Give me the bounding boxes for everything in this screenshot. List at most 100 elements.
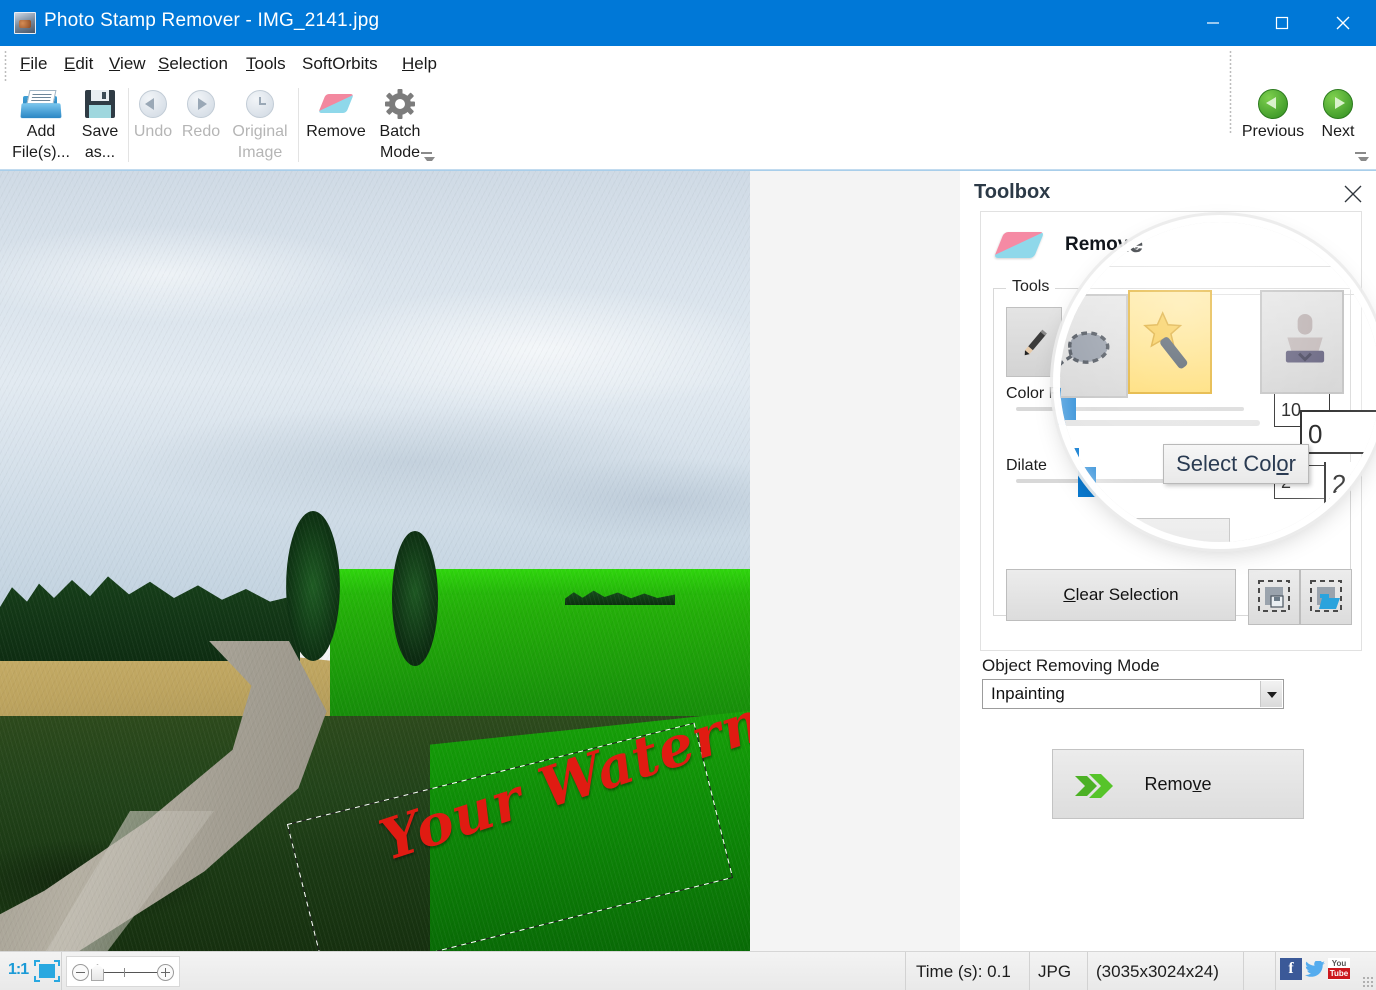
- maximize-button[interactable]: [1259, 0, 1305, 46]
- original-image-label-line1: Original: [232, 123, 288, 140]
- tools-group-label: Tools: [1006, 278, 1056, 296]
- color-fuzz-thumb[interactable]: [1058, 395, 1076, 425]
- zoom-out-icon[interactable]: [72, 964, 89, 981]
- original-image-button[interactable]: Original Image: [226, 84, 294, 162]
- remove-action-button[interactable]: Remove: [1052, 749, 1304, 819]
- gear-icon: [383, 88, 417, 120]
- save-selection-icon: [1258, 580, 1290, 612]
- previous-button[interactable]: Previous: [1238, 84, 1308, 141]
- facebook-icon[interactable]: f: [1280, 958, 1302, 980]
- format-label: JPG: [1038, 962, 1072, 981]
- eraser-icon: [993, 226, 1045, 264]
- clock-history-icon: [243, 88, 277, 120]
- title-bar: Photo Stamp Remover - IMG_2141.jpg: [0, 0, 1376, 46]
- add-files-label-line2: File(s)...: [12, 144, 70, 161]
- menu-softorbits[interactable]: SoftOrbits: [296, 52, 384, 76]
- dilate-thumb[interactable]: [1078, 467, 1096, 497]
- time-cell: Time (s): 0.1: [906, 952, 1030, 990]
- zoom-slider-tick: [124, 968, 125, 977]
- save-as-label-line1: Save: [81, 123, 119, 140]
- workspace: Your Watermark: [0, 171, 960, 951]
- select-color-tooltip-label: Select Color: [1176, 451, 1296, 476]
- color-fuzz-track[interactable]: [1016, 407, 1244, 411]
- original-image-label-line2: Image: [237, 144, 283, 161]
- time-label: Time (s): 0.1: [916, 962, 1011, 981]
- twitter-icon[interactable]: [1304, 958, 1326, 980]
- tool-marker-button[interactable]: [1006, 307, 1062, 377]
- youtube-bottom-label: Tube: [1328, 968, 1350, 979]
- close-button[interactable]: [1320, 0, 1366, 46]
- next-button[interactable]: Next: [1310, 84, 1366, 141]
- toolbox-close-icon[interactable]: [1340, 181, 1366, 207]
- batch-mode-label-line1: Batch: [379, 123, 421, 140]
- color-fuzz-value[interactable]: 10: [1274, 393, 1330, 427]
- fit-to-window-icon[interactable]: [34, 960, 60, 982]
- zoom-ratio-label[interactable]: 1:1: [8, 961, 29, 979]
- menu-file[interactable]: FFileile: [14, 52, 53, 76]
- add-files-label-line1: Add: [26, 123, 56, 140]
- green-right-arrow-icon: [1322, 88, 1354, 120]
- object-removing-mode-label: Object Removing Mode: [982, 656, 1160, 675]
- ribbon-separator-1: [128, 88, 129, 162]
- app-icon: [14, 12, 36, 34]
- clear-selection-button[interactable]: Clear Selection: [1006, 569, 1236, 621]
- undo-label: Undo: [133, 123, 173, 140]
- add-files-button[interactable]: Add File(s)...: [10, 84, 72, 162]
- select-color-tooltip: Select Color: [1163, 444, 1309, 484]
- ribbon-separator-2: [298, 88, 299, 162]
- youtube-top-label: You: [1331, 959, 1347, 968]
- dilate-label: Dilate: [1006, 457, 1047, 474]
- object-removing-mode-select[interactable]: Inpainting: [982, 679, 1284, 709]
- youtube-icon[interactable]: You Tube: [1328, 958, 1350, 980]
- tool-lasso-button[interactable]: [1074, 307, 1130, 377]
- ribbon-toolbar: Add File(s)... Save as... Undo Redo Orig…: [0, 50, 1376, 170]
- info-cell: i: [1244, 952, 1276, 990]
- next-label: Next: [1321, 123, 1355, 140]
- tool-stamp-button[interactable]: [1262, 307, 1318, 377]
- color-fuzz-slider-row: Color Fuz 10: [1006, 385, 1336, 427]
- redo-label: Redo: [181, 123, 221, 140]
- save-as-button[interactable]: Save as...: [74, 84, 126, 162]
- dimensions-cell: (3035x3024x24): [1088, 952, 1244, 990]
- status-message-cell: [190, 952, 906, 990]
- menu-edit[interactable]: Edit: [58, 52, 99, 76]
- image-canvas[interactable]: Your Watermark: [0, 171, 750, 951]
- redo-arrow-icon: [184, 88, 218, 120]
- toolbox-title: Toolbox: [974, 181, 1051, 203]
- save-selection-button[interactable]: [1248, 569, 1300, 625]
- ribbon-expand-icon[interactable]: [420, 150, 435, 162]
- zoom-slider-handle[interactable]: [91, 964, 104, 981]
- load-selection-button[interactable]: [1300, 569, 1352, 625]
- tool-magic-wand-button[interactable]: [1142, 307, 1198, 377]
- green-left-arrow-icon: [1257, 88, 1289, 120]
- zoom-slider[interactable]: [66, 956, 180, 987]
- menu-selection[interactable]: Selection: [152, 52, 234, 76]
- chevron-down-icon[interactable]: [1260, 681, 1282, 707]
- resize-grip[interactable]: [1362, 976, 1374, 988]
- nav-expand-icon[interactable]: [1354, 150, 1369, 162]
- photo-grass-texture: [0, 171, 750, 951]
- pencil-icon: [1024, 329, 1047, 356]
- undo-button[interactable]: Undo: [131, 84, 175, 141]
- remove-section-title: Remove: [1065, 234, 1139, 255]
- status-bar: 1:1 Time (s): 0.1 JPG (3035x3024x24) f Y…: [0, 951, 1376, 990]
- zoom-in-icon[interactable]: [157, 964, 174, 981]
- remove-toolbar-button[interactable]: Remove: [302, 84, 370, 141]
- zoom-slider-track[interactable]: [101, 972, 163, 973]
- save-as-label-line2: as...: [84, 144, 116, 161]
- nav-group-handle: [1229, 50, 1232, 134]
- remove-toolbar-label: Remove: [306, 123, 366, 140]
- redo-button[interactable]: Redo: [179, 84, 223, 141]
- menu-view[interactable]: View: [103, 52, 152, 76]
- lasso-icon: [1082, 330, 1119, 356]
- format-cell: JPG: [1030, 952, 1088, 990]
- menu-bar: FFileile Edit View Selection Tools SoftO…: [0, 46, 1376, 82]
- object-removing-mode-value: Inpainting: [991, 684, 1065, 703]
- zoom-ratio-cell: 1:1: [0, 952, 62, 990]
- stamp-icon: [1278, 326, 1304, 359]
- menu-help[interactable]: Help: [396, 52, 443, 76]
- undo-arrow-icon: [136, 88, 170, 120]
- remove-section: Remove Tools Color Fuz 10 Dilate Clear S…: [980, 211, 1362, 651]
- menu-tools[interactable]: Tools: [240, 52, 292, 76]
- minimize-button[interactable]: [1190, 0, 1236, 46]
